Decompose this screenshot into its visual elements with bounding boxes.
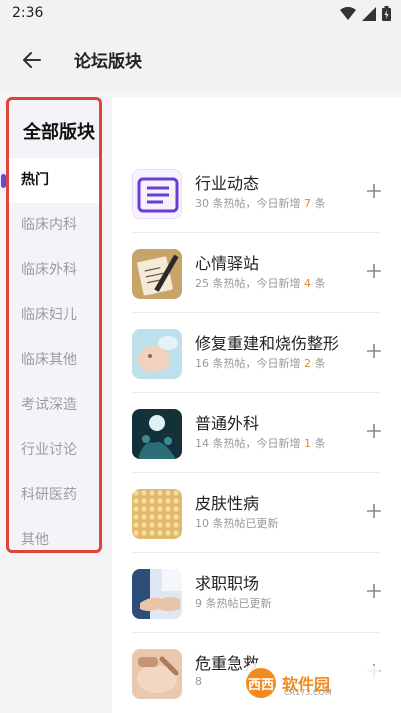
plus-icon: [367, 184, 381, 198]
plus-icon: [367, 344, 381, 358]
forum-meta: 25 条热帖，今日新增 4 条: [195, 277, 326, 290]
status-icons: [340, 6, 391, 21]
forum-row[interactable]: 心情驿站 25 条热帖，今日新增 4 条: [132, 233, 381, 313]
follow-button[interactable]: [362, 499, 386, 523]
follow-button[interactable]: [362, 579, 386, 603]
category-label: 临床妇儿: [21, 307, 77, 323]
wifi-icon: [340, 6, 356, 20]
watermark-sub: CR173.COM: [284, 688, 332, 697]
category-item-clinical-other[interactable]: 临床其他: [9, 338, 99, 383]
plus-icon: [367, 584, 381, 598]
forum-meta: 10 条热帖已更新: [195, 517, 279, 530]
skin-texture-icon: [132, 489, 182, 539]
watermark: 西西 软件园 CR173.COM: [238, 663, 384, 703]
category-label: 临床其他: [21, 352, 77, 368]
category-item-research-pharma[interactable]: 科研医药: [9, 473, 99, 518]
category-item-internal-medicine[interactable]: 临床内科: [9, 203, 99, 248]
forum-row[interactable]: 求职职场 9 条热帖已更新: [132, 553, 381, 633]
follow-button[interactable]: [362, 179, 386, 203]
signal-icon: [362, 6, 376, 21]
watermark-logo: 西西: [246, 668, 276, 698]
follow-button[interactable]: [362, 419, 386, 443]
emergency-care-icon: [132, 649, 182, 699]
category-label: 临床内科: [21, 217, 77, 233]
app-bar: 论坛版块: [0, 28, 401, 90]
forum-name: 修复重建和烧伤整形: [195, 334, 340, 353]
category-list: 热门 临床内科 临床外科 临床妇儿 临床其他 考试深造 行业讨论 科研医药 其他: [1, 158, 99, 563]
category-label: 考试深造: [21, 397, 77, 413]
forum-row[interactable]: 行业动态 30 条热帖，今日新增 7 条: [132, 153, 381, 233]
sidebar-header: 全部版块: [23, 122, 95, 143]
forum-name: 普通外科: [195, 414, 260, 433]
notebook-pen-icon: [132, 249, 182, 299]
handshake-icon: [132, 569, 182, 619]
face-treatment-icon: [132, 329, 182, 379]
battery-icon: [382, 6, 391, 21]
industry-news-icon: [132, 169, 182, 219]
forum-meta: 16 条热帖，今日新增 2 条: [195, 357, 326, 370]
active-indicator: [1, 174, 6, 188]
category-item-surgery[interactable]: 临床外科: [9, 248, 99, 293]
back-button[interactable]: [18, 46, 46, 74]
page-title: 论坛版块: [74, 52, 142, 72]
category-item-industry-discussion[interactable]: 行业讨论: [9, 428, 99, 473]
status-bar: 2:36: [0, 0, 401, 28]
category-label: 其他: [21, 532, 49, 548]
category-item-other[interactable]: 其他: [9, 518, 99, 563]
forum-name: 求职职场: [195, 574, 260, 593]
status-time: 2:36: [12, 5, 44, 21]
arrow-left-icon: [23, 52, 41, 68]
forum-meta: 9 条热帖已更新: [195, 597, 272, 610]
forum-list: 行业动态 30 条热帖，今日新增 7 条 心情驿站 25 条热帖，今日新增 4 …: [112, 97, 401, 713]
forum-meta: 14 条热帖，今日新增 1 条: [195, 437, 326, 450]
category-item-exam-study[interactable]: 考试深造: [9, 383, 99, 428]
forum-row[interactable]: 皮肤性病 10 条热帖已更新: [132, 473, 381, 553]
category-item-hot[interactable]: 热门: [1, 158, 99, 203]
category-sidebar: 全部版块 热门 临床内科 临床外科 临床妇儿 临床其他 考试深造 行业讨论 科研…: [1, 97, 102, 553]
category-label: 科研医药: [21, 487, 77, 503]
surgery-room-icon: [132, 409, 182, 459]
plus-icon: [367, 504, 381, 518]
forum-meta: 30 条热帖，今日新增 7 条: [195, 197, 326, 210]
forum-meta: 8: [195, 675, 202, 688]
plus-icon: [367, 424, 381, 438]
forum-name: 行业动态: [195, 174, 260, 193]
forum-name: 心情驿站: [195, 254, 260, 273]
forum-name: 皮肤性病: [195, 494, 260, 513]
category-label: 热门: [21, 172, 49, 188]
follow-button[interactable]: [362, 259, 386, 283]
category-label: 行业讨论: [21, 442, 77, 458]
plus-icon: [367, 264, 381, 278]
forum-row[interactable]: 普通外科 14 条热帖，今日新增 1 条: [132, 393, 381, 473]
forum-row[interactable]: 修复重建和烧伤整形 16 条热帖，今日新增 2 条: [132, 313, 381, 393]
category-item-obgyn-pediatrics[interactable]: 临床妇儿: [9, 293, 99, 338]
category-label: 临床外科: [21, 262, 77, 278]
follow-button[interactable]: [362, 339, 386, 363]
